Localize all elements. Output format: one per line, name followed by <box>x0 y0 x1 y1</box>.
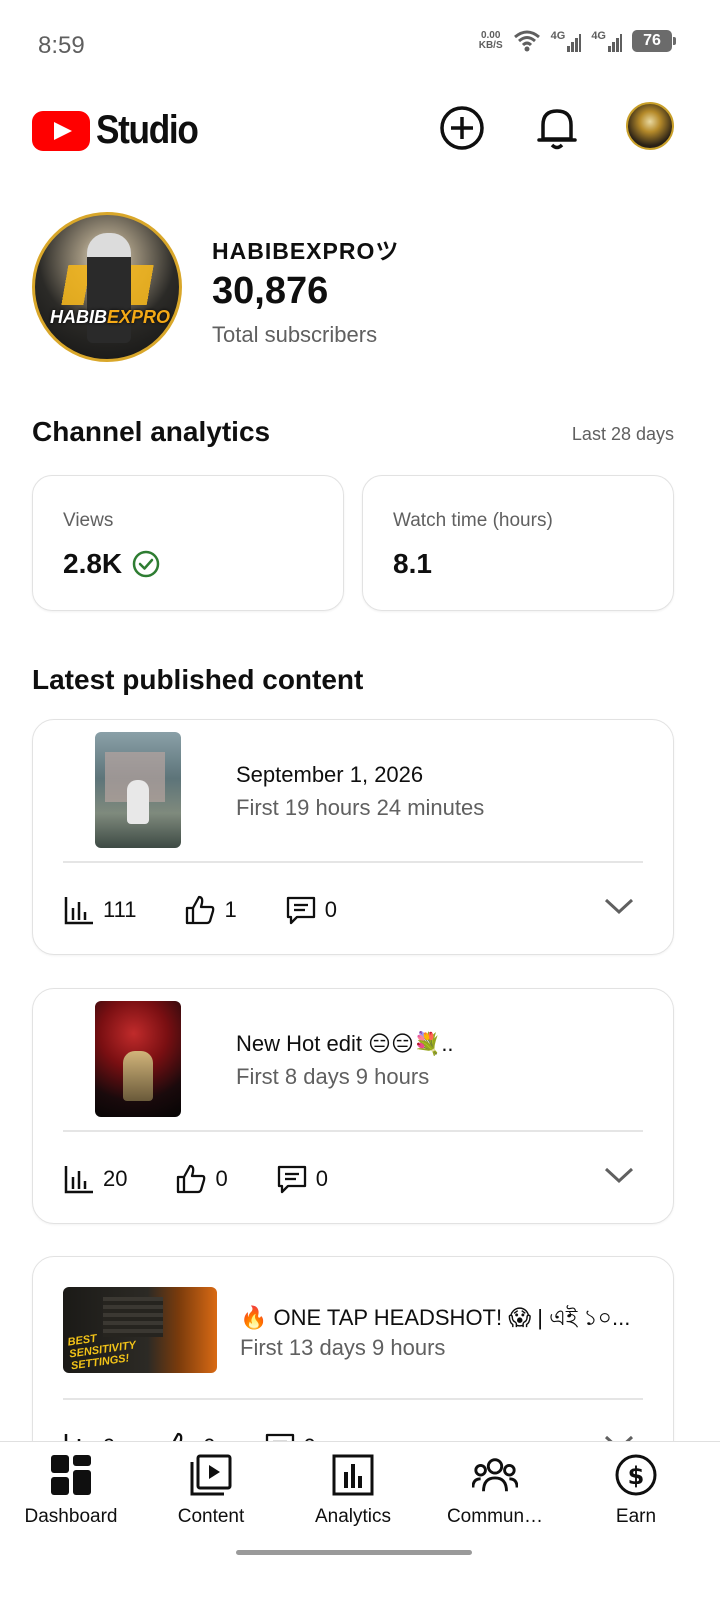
likes-stat: 1 <box>184 894 237 926</box>
video-period: First 8 days 9 hours <box>236 1064 430 1089</box>
community-icon <box>472 1452 518 1498</box>
bell-icon <box>537 109 577 150</box>
signal-icon-2: 4G <box>591 30 622 52</box>
nav-analytics[interactable]: Analytics <box>282 1452 424 1528</box>
chevron-down-icon[interactable] <box>603 896 635 916</box>
video-thumbnail[interactable] <box>95 732 181 848</box>
nav-earn[interactable]: $ Earn <box>565 1452 707 1528</box>
thumbs-up-icon <box>186 895 215 925</box>
video-stats: 111 1 0 <box>63 890 337 930</box>
nav-community[interactable]: Commun… <box>424 1452 566 1528</box>
video-stats: 20 0 0 <box>63 1159 328 1199</box>
metric-label: Views <box>63 510 114 531</box>
content-card[interactable]: New Hot edit 😑😑💐.. First 8 days 9 hours … <box>32 988 674 1224</box>
divider <box>63 1130 643 1132</box>
channel-name: HABIBEXPROツ <box>212 238 400 264</box>
subscriber-label: Total subscribers <box>212 322 378 347</box>
earn-icon: $ <box>613 1452 659 1498</box>
subscriber-count: 30,876 <box>212 270 329 312</box>
video-title: 🔥 ONE TAP HEADSHOT! 😱 | এই ১০... <box>240 1305 631 1330</box>
logo-text: Studio <box>96 108 199 152</box>
dashboard-icon <box>48 1452 94 1498</box>
nav-label: Analytics <box>314 1506 392 1527</box>
video-title: New Hot edit 😑😑💐.. <box>236 1031 454 1056</box>
divider <box>63 1398 643 1400</box>
analytics-range: Last 28 days <box>571 424 674 444</box>
nav-label: Dashboard <box>24 1506 118 1527</box>
nav-content[interactable]: Content <box>140 1452 282 1528</box>
watch-time-card[interactable]: Watch time (hours) 8.1 <box>362 475 674 611</box>
channel-avatar-logo-text: HABIBEXPRO <box>49 307 171 327</box>
bar-chart-icon <box>64 897 93 925</box>
signal-bars-icon <box>608 34 622 52</box>
status-icons: 0.00 KB/S 4G 4G 76 <box>478 30 676 52</box>
channel-avatar: HABIBEXPRO <box>32 212 182 362</box>
signal-icon-1: 4G <box>551 30 582 52</box>
nav-label: Content <box>177 1506 245 1527</box>
bottom-navigation: Dashboard Content Analytics Commun… $ Ea… <box>0 1441 720 1600</box>
content-card[interactable]: September 1, 2026 First 19 hours 24 minu… <box>32 719 674 955</box>
nav-dashboard[interactable]: Dashboard <box>0 1452 142 1528</box>
video-thumbnail[interactable] <box>63 1287 217 1373</box>
likes-stat: 0 <box>175 1163 228 1195</box>
check-circle-icon <box>132 550 160 578</box>
wifi-icon <box>513 30 540 52</box>
video-period: First 13 days 9 hours <box>240 1335 446 1360</box>
comment-icon <box>277 1165 306 1194</box>
status-time: 8:59 <box>38 32 85 59</box>
account-avatar[interactable] <box>626 102 674 150</box>
views-card[interactable]: Views 2.8K <box>32 475 344 611</box>
content-icon <box>188 1452 234 1498</box>
notifications-button[interactable] <box>533 104 581 152</box>
analytics-section-title[interactable]: Channel analytics <box>32 416 270 448</box>
svg-text:$: $ <box>628 1462 645 1490</box>
comments-stat: 0 <box>285 894 337 926</box>
divider <box>63 861 643 863</box>
add-circle-icon <box>440 106 484 150</box>
youtube-studio-logo[interactable]: Studio <box>32 108 211 153</box>
battery-indicator: 76 <box>632 30 676 52</box>
latest-content-title: Latest published content <box>32 664 364 695</box>
metric-value: 8.1 <box>393 548 432 579</box>
video-period: First 19 hours 24 minutes <box>236 795 485 820</box>
youtube-logo-icon <box>32 110 90 151</box>
comments-stat: 0 <box>276 1163 328 1195</box>
nav-label: Commun… <box>446 1506 544 1527</box>
status-bar: 8:59 0.00 KB/S 4G 4G 76 <box>0 0 720 92</box>
metric-value: 2.8K <box>63 548 123 579</box>
views-stat: 20 <box>63 1163 127 1195</box>
analytics-icon <box>330 1452 376 1498</box>
video-title: September 1, 2026 <box>236 762 424 787</box>
comment-icon <box>286 896 315 925</box>
metric-label: Watch time (hours) <box>393 510 553 531</box>
app-header: Studio <box>0 98 720 162</box>
create-button[interactable] <box>438 104 486 152</box>
home-indicator[interactable] <box>236 1550 472 1555</box>
nav-label: Earn <box>615 1506 657 1527</box>
video-thumbnail[interactable] <box>95 1001 181 1117</box>
views-stat: 111 <box>63 894 136 926</box>
bar-chart-icon <box>64 1166 93 1194</box>
chevron-down-icon[interactable] <box>603 1165 635 1185</box>
net-speed: 0.00 KB/S <box>478 30 503 51</box>
signal-bars-icon <box>567 34 582 52</box>
thumbs-up-icon <box>177 1164 206 1194</box>
